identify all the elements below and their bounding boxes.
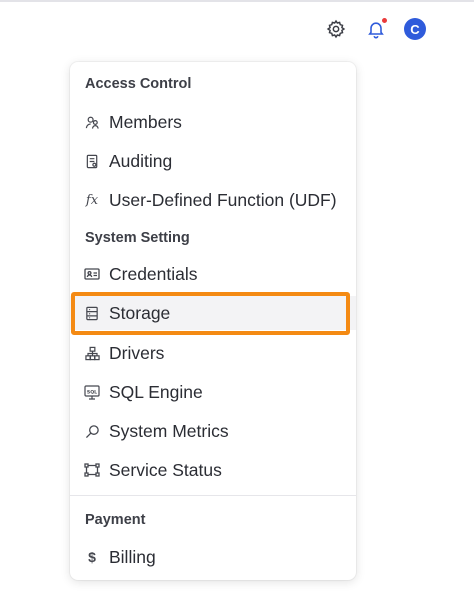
avatar[interactable]: C — [404, 18, 426, 40]
billing-icon: $ — [88, 549, 96, 565]
gear-icon — [326, 19, 346, 39]
settings-dropdown-menu: Access Control Members Auditing fx User-… — [70, 62, 356, 580]
menu-item-sql-engine[interactable]: SQL SQL Engine — [70, 375, 356, 409]
section-title-access-control: Access Control — [85, 76, 192, 92]
system-metrics-icon — [84, 423, 100, 439]
service-status-icon — [84, 462, 100, 478]
sql-engine-icon: SQL — [84, 384, 100, 400]
menu-item-billing[interactable]: $ Billing — [70, 540, 356, 574]
menu-divider — [70, 495, 356, 496]
auditing-icon — [84, 153, 100, 169]
svg-text:SQL: SQL — [87, 389, 97, 395]
members-icon — [84, 114, 100, 130]
section-title-system-setting: System Setting — [85, 230, 190, 246]
header-toolbar: C — [0, 16, 474, 44]
menu-item-auditing[interactable]: Auditing — [70, 144, 356, 178]
notifications-button[interactable] — [363, 16, 389, 42]
menu-item-service-status[interactable]: Service Status — [70, 453, 356, 487]
menu-item-members[interactable]: Members — [70, 105, 356, 139]
notification-dot — [381, 17, 388, 24]
function-icon: fx — [85, 192, 99, 208]
credentials-icon — [84, 266, 100, 282]
storage-icon — [84, 305, 100, 321]
menu-item-credentials[interactable]: Credentials — [70, 257, 356, 291]
menu-item-storage[interactable]: Storage — [70, 296, 356, 330]
menu-item-system-metrics[interactable]: System Metrics — [70, 414, 356, 448]
drivers-icon — [84, 345, 100, 361]
top-border — [0, 0, 474, 2]
menu-item-drivers[interactable]: Drivers — [70, 336, 356, 370]
settings-button[interactable] — [323, 16, 349, 42]
section-title-payment: Payment — [85, 512, 146, 528]
menu-item-udf[interactable]: fx User-Defined Function (UDF) — [70, 183, 356, 217]
